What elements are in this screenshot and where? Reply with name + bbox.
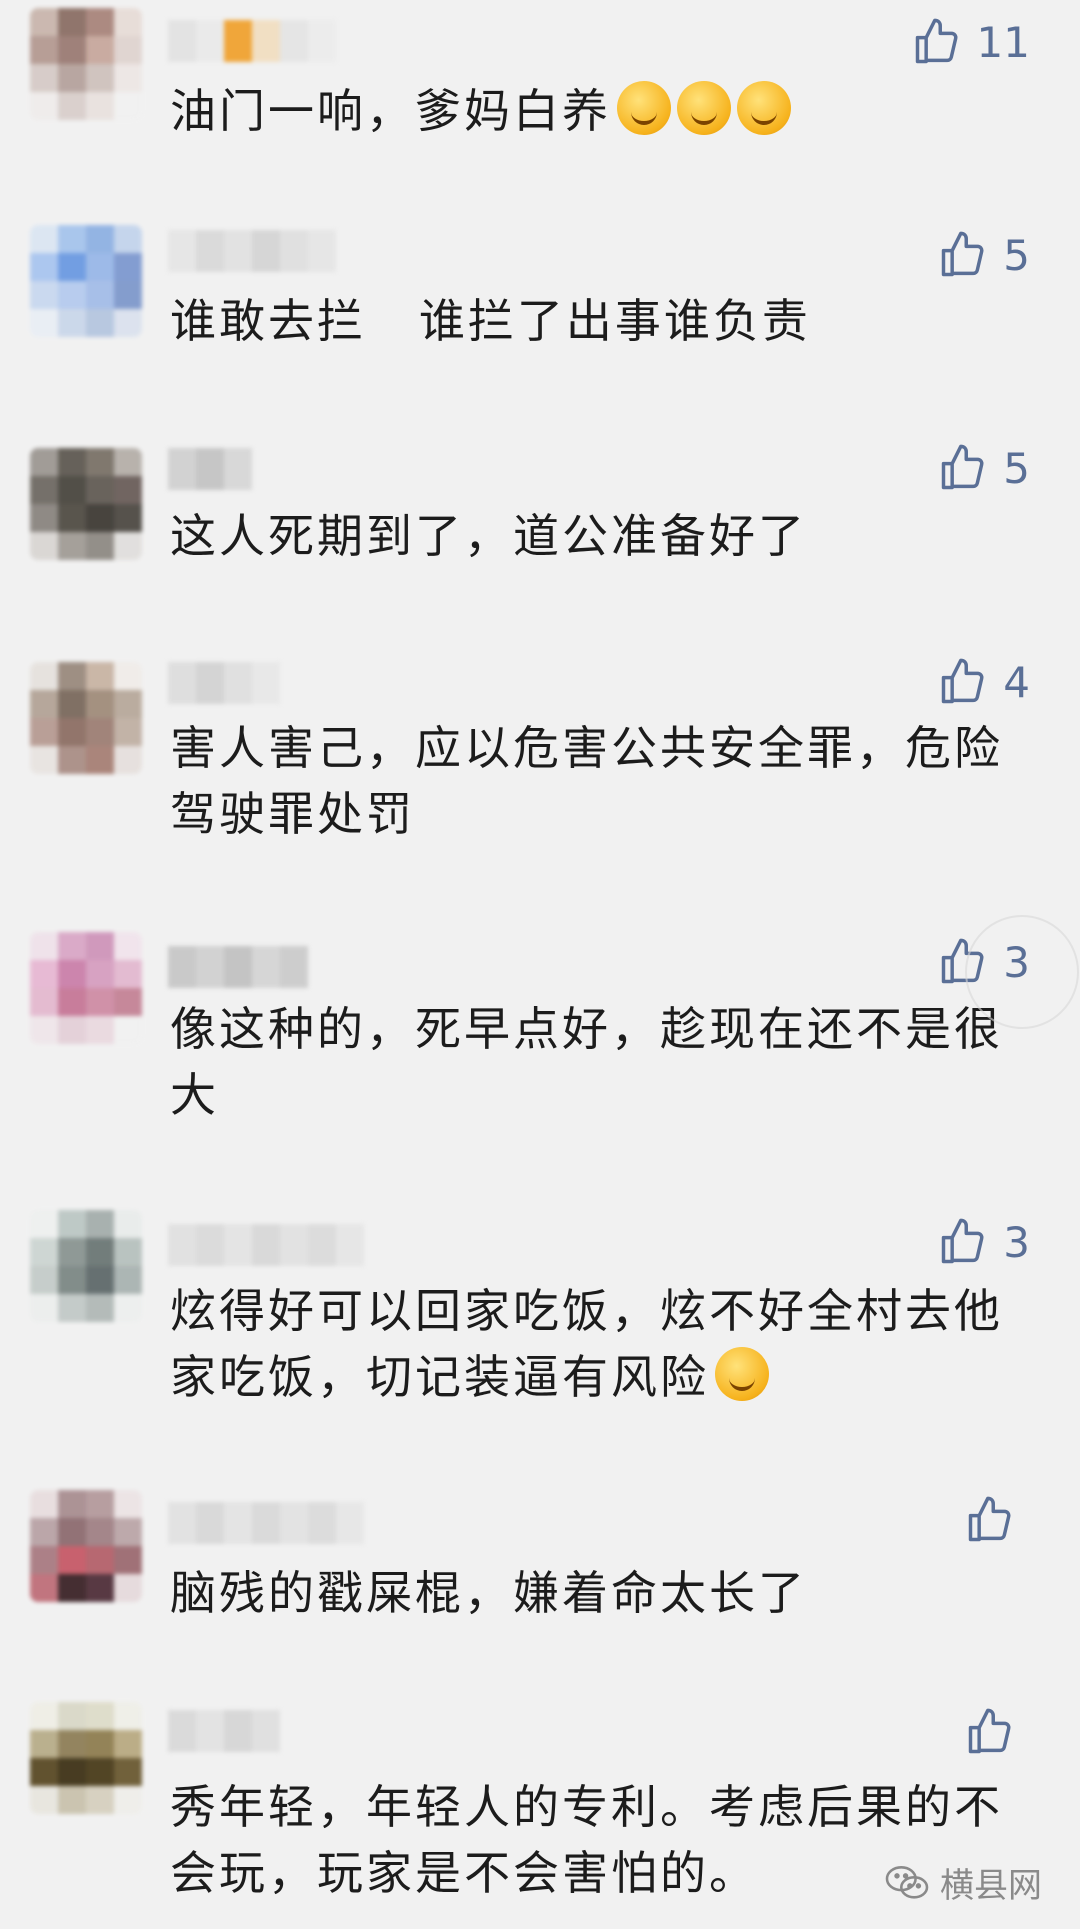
avatar[interactable]: [30, 1702, 142, 1814]
thumbs-up-icon: [942, 231, 984, 277]
username[interactable]: [168, 20, 336, 62]
comment-text: 脑残的戳屎棍，嫌着命太长了: [170, 1566, 807, 1620]
grinning-face-icon: [677, 81, 731, 135]
avatar[interactable]: [30, 932, 142, 1044]
source-watermark: 横县网: [884, 1858, 1042, 1907]
thumbs-up-icon: [942, 444, 984, 490]
avatar[interactable]: [30, 1490, 142, 1602]
username[interactable]: [168, 1224, 364, 1266]
username[interactable]: [168, 1710, 280, 1752]
like-count: 11: [976, 17, 1030, 67]
like-count: 5: [1003, 230, 1030, 280]
avatar[interactable]: [30, 8, 142, 120]
stamp-watermark: [965, 915, 1079, 1029]
like-button[interactable]: 3: [937, 1212, 1030, 1272]
thumbs-up-icon: [915, 18, 958, 64]
like-button[interactable]: [964, 1490, 1030, 1550]
like-button[interactable]: 11: [911, 12, 1030, 72]
thumbs-up-icon: [968, 1708, 1011, 1754]
thumbs-up-icon: [968, 1496, 1011, 1542]
avatar[interactable]: [30, 448, 142, 560]
like-count: 3: [1003, 1217, 1030, 1267]
username[interactable]: [168, 230, 336, 272]
like-button[interactable]: 5: [937, 438, 1030, 498]
comment-text: 这人死期到了，道公准备好了: [170, 509, 807, 563]
like-button[interactable]: [964, 1702, 1030, 1762]
comment-text: 像这种的，死早点好，趁现在还不是很大: [170, 1002, 1003, 1122]
like-button[interactable]: 5: [937, 225, 1030, 285]
username[interactable]: [168, 662, 280, 704]
comment-text: 谁敢去拦 谁拦了出事谁负责: [170, 294, 811, 348]
thumbs-up-icon: [942, 658, 984, 704]
face-with-tears-of-joy-icon: [715, 1347, 769, 1401]
username[interactable]: [168, 1502, 364, 1544]
wechat-icon: [885, 1865, 929, 1899]
thumbs-up-icon: [942, 1218, 984, 1264]
grinning-face-icon: [617, 81, 671, 135]
grinning-face-icon: [737, 81, 791, 135]
comment-text: 炫得好可以回家吃饭，炫不好全村去他家吃饭，切记装逼有风险: [170, 1284, 1003, 1404]
comment-text: 害人害己，应以危害公共安全罪，危险驾驶罪处罚: [170, 721, 1003, 841]
comment-text: 油门一响，爹妈白养: [170, 78, 1020, 144]
like-count: 4: [1003, 657, 1030, 707]
like-count: 5: [1003, 443, 1030, 493]
avatar[interactable]: [30, 225, 142, 337]
avatar[interactable]: [30, 662, 142, 774]
username[interactable]: [168, 946, 308, 988]
like-button[interactable]: 4: [937, 652, 1030, 712]
watermark-label: 横县网: [940, 1866, 1042, 1906]
username[interactable]: [168, 448, 252, 490]
avatar[interactable]: [30, 1210, 142, 1322]
